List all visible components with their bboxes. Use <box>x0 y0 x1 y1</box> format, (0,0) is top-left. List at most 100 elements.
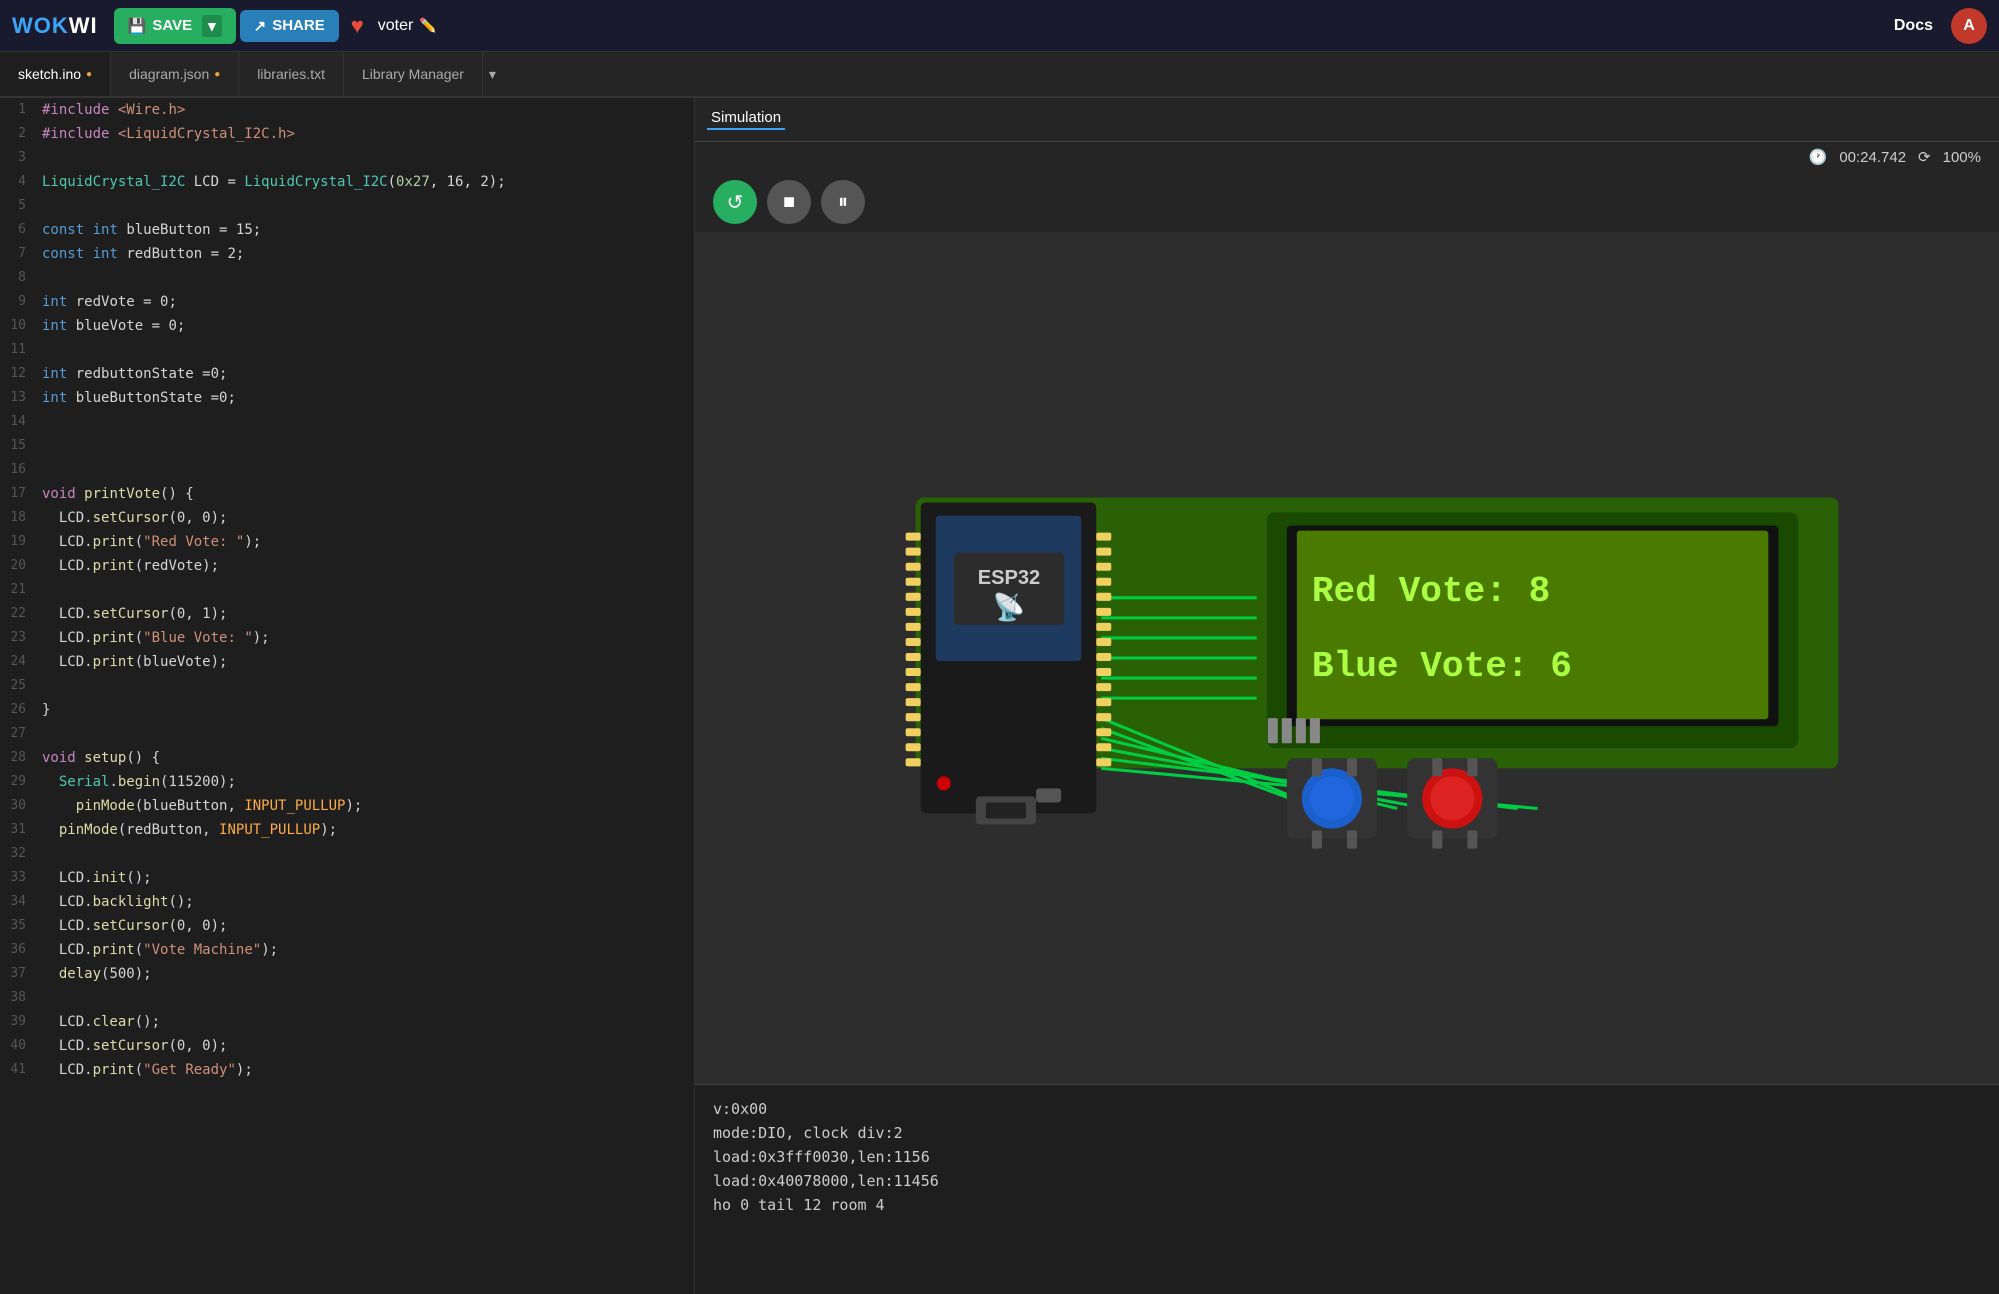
line-number: 39 <box>0 1011 42 1033</box>
line-code: void setup() { <box>42 747 160 769</box>
stop-button[interactable]: ■ <box>767 180 811 224</box>
code-editor[interactable]: 1#include <Wire.h>2#include <LiquidCryst… <box>0 98 694 1294</box>
console-line-3: load:0x40078000,len:11456 <box>713 1169 1981 1193</box>
line-code: int blueButtonState =0; <box>42 387 236 409</box>
line-number: 1 <box>0 99 42 121</box>
line-number: 9 <box>0 291 42 313</box>
code-line: 22 LCD.setCursor(0, 1); <box>0 602 694 626</box>
code-line: 13int blueButtonState =0; <box>0 386 694 410</box>
code-line: 27 <box>0 722 694 746</box>
code-line: 38 <box>0 986 694 1010</box>
topbar: WOKWI 💾 SAVE ▾ ↗ SHARE ♥ voter ✏️ Docs A <box>0 0 1999 52</box>
simulation-tabbar: Simulation <box>695 98 1999 142</box>
line-code: delay(500); <box>42 963 152 985</box>
line-number: 17 <box>0 483 42 505</box>
code-panel: 1#include <Wire.h>2#include <LiquidCryst… <box>0 98 695 1294</box>
code-line: 5 <box>0 194 694 218</box>
code-line: 29 Serial.begin(115200); <box>0 770 694 794</box>
tab-dropdown-button[interactable]: ▾ <box>483 66 502 83</box>
line-code: LCD.setCursor(0, 0); <box>42 915 227 937</box>
line-code: LCD.print(redVote); <box>42 555 219 577</box>
svg-text:📡: 📡 <box>993 590 1025 622</box>
code-line: 26} <box>0 698 694 722</box>
line-code: LCD.setCursor(0, 0); <box>42 507 227 529</box>
line-number: 14 <box>0 411 42 433</box>
line-number: 22 <box>0 603 42 625</box>
line-number: 20 <box>0 555 42 577</box>
speed-display: 100% <box>1943 149 1981 166</box>
line-number: 11 <box>0 339 42 361</box>
line-code: int redbuttonState =0; <box>42 363 227 385</box>
save-button[interactable]: 💾 SAVE ▾ <box>114 8 236 44</box>
code-line: 18 LCD.setCursor(0, 0); <box>0 506 694 530</box>
code-line: 23 LCD.print("Blue Vote: "); <box>0 626 694 650</box>
pause-button[interactable]: ⏸ <box>821 180 865 224</box>
tab-diagram[interactable]: diagram.json ● <box>111 52 239 96</box>
console-line-0: v:0x00 <box>713 1097 1981 1121</box>
line-number: 10 <box>0 315 42 337</box>
line-number: 37 <box>0 963 42 985</box>
tab-sketch[interactable]: sketch.ino ● <box>0 52 111 96</box>
line-code: LCD.backlight(); <box>42 891 194 913</box>
code-line: 10int blueVote = 0; <box>0 314 694 338</box>
line-code: Serial.begin(115200); <box>42 771 236 793</box>
code-line: 31 pinMode(redButton, INPUT_PULLUP); <box>0 818 694 842</box>
timer-bar: 🕐 00:24.742 ⟳ 100% <box>695 142 1999 172</box>
username-display: voter ✏️ <box>378 17 437 35</box>
code-line: 35 LCD.setCursor(0, 0); <box>0 914 694 938</box>
line-number: 2 <box>0 123 42 145</box>
line-number: 8 <box>0 267 42 289</box>
code-line: 17void printVote() { <box>0 482 694 506</box>
tab-libmanager[interactable]: Library Manager <box>344 52 483 96</box>
line-number: 35 <box>0 915 42 937</box>
line-number: 40 <box>0 1035 42 1057</box>
code-line: 3 <box>0 146 694 170</box>
code-line: 12int redbuttonState =0; <box>0 362 694 386</box>
line-number: 29 <box>0 771 42 793</box>
line-code: LiquidCrystal_I2C LCD = LiquidCrystal_I2… <box>42 171 506 193</box>
svg-text:Blue Vote: 6: Blue Vote: 6 <box>1312 646 1572 687</box>
docs-button[interactable]: Docs <box>1894 17 1933 35</box>
line-number: 31 <box>0 819 42 841</box>
code-line: 25 <box>0 674 694 698</box>
logo: WOKWI <box>12 13 98 39</box>
avatar[interactable]: A <box>1951 8 1987 44</box>
code-line: 4LiquidCrystal_I2C LCD = LiquidCrystal_I… <box>0 170 694 194</box>
line-number: 36 <box>0 939 42 961</box>
line-code: #include <Wire.h> <box>42 99 185 121</box>
line-code: LCD.print(blueVote); <box>42 651 227 673</box>
line-number: 15 <box>0 435 42 457</box>
console-output: v:0x00 mode:DIO, clock div:2 load:0x3fff… <box>695 1084 1999 1294</box>
username-text: voter <box>378 17 414 35</box>
line-code: LCD.print("Red Vote: "); <box>42 531 261 553</box>
circuit-svg: ESP32 📡 <box>695 232 1999 1084</box>
share-label: SHARE <box>272 17 325 34</box>
circuit-area[interactable]: ESP32 📡 <box>695 232 1999 1084</box>
code-line: 8 <box>0 266 694 290</box>
line-number: 23 <box>0 627 42 649</box>
line-number: 7 <box>0 243 42 265</box>
simulation-tab[interactable]: Simulation <box>707 109 785 130</box>
save-label: SAVE <box>152 17 192 34</box>
line-number: 6 <box>0 219 42 241</box>
restart-button[interactable]: ↺ <box>713 180 757 224</box>
line-number: 33 <box>0 867 42 889</box>
edit-icon[interactable]: ✏️ <box>419 17 436 34</box>
save-dropdown-arrow[interactable]: ▾ <box>202 15 222 37</box>
favorite-button[interactable]: ♥ <box>351 13 364 39</box>
code-line: 36 LCD.print("Vote Machine"); <box>0 938 694 962</box>
line-code: LCD.setCursor(0, 0); <box>42 1035 227 1057</box>
line-number: 27 <box>0 723 42 745</box>
speed-icon: ⟳ <box>1918 148 1931 166</box>
tabbar: sketch.ino ● diagram.json ● libraries.tx… <box>0 52 1999 98</box>
line-number: 19 <box>0 531 42 553</box>
share-button[interactable]: ↗ SHARE <box>240 10 339 42</box>
code-line: 28void setup() { <box>0 746 694 770</box>
line-code: void printVote() { <box>42 483 194 505</box>
tab-libraries[interactable]: libraries.txt <box>239 52 344 96</box>
code-line: 40 LCD.setCursor(0, 0); <box>0 1034 694 1058</box>
line-number: 4 <box>0 171 42 193</box>
svg-text:ESP32: ESP32 <box>978 567 1040 589</box>
line-number: 38 <box>0 987 42 1009</box>
line-code: LCD.print("Blue Vote: "); <box>42 627 270 649</box>
